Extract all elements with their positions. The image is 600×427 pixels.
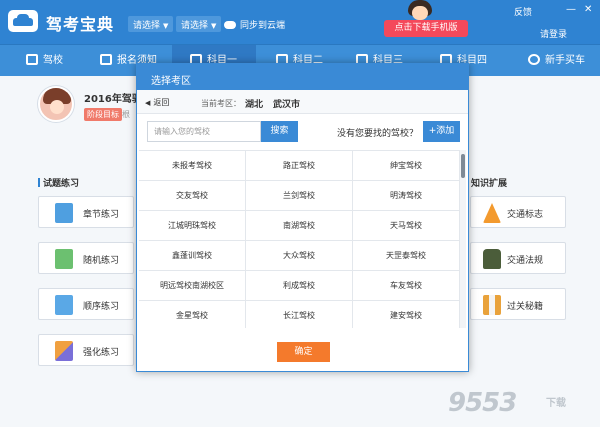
school-cell[interactable]: 明远驾校南湖校区 [139,271,246,301]
tile-traffic-law[interactable]: 交通法规 [470,242,566,274]
stage-badge: 阶段目标 [84,108,122,121]
tile-label: 章节练习 [83,210,120,220]
school-cell[interactable]: 建安驾校 [353,301,460,328]
chevron-down-icon: ▼ [211,22,217,30]
profile-title: 2016年驾驶 [84,94,142,105]
school-cell[interactable]: 长江驾校 [246,301,353,328]
download-mobile-button[interactable]: 点击下载手机版 [384,20,468,37]
tile-chapter-practice[interactable]: 章节练习 [38,196,134,228]
nav-driving-school[interactable]: 驾校 [26,45,92,77]
current-city[interactable]: 武汉市 [273,97,300,110]
close-button[interactable]: ✕ [584,4,592,15]
scrollbar-thumb[interactable] [461,154,465,178]
school-cell[interactable]: 天罡泰驾校 [353,241,460,271]
stage-extra-text: 根 [122,110,130,119]
not-found-prompt: 没有您要找的驾校？ [337,129,419,139]
school-cell[interactable]: 金星驾校 [139,301,246,328]
document-icon [100,54,112,65]
nav-label: 新手买车 [545,55,585,66]
tile-order-practice[interactable]: 顺序练习 [38,288,134,320]
current-region-label: 当前考区： [201,99,241,108]
random-icon [55,249,73,269]
traffic-cone-icon [483,203,501,223]
school-cell[interactable]: 绅宝驾校 [353,151,460,181]
login-link[interactable]: 请登录 [540,27,567,40]
select-1-label: 请选择 [133,21,161,31]
tile-pass-secrets[interactable]: 过关秘籍 [470,288,566,320]
nav-label: 驾校 [43,55,63,66]
tile-label: 交通法规 [507,256,544,266]
section-title-practice: 试题练习 [38,176,79,189]
tile-label: 强化练习 [83,348,120,358]
minimize-button[interactable]: — [566,4,576,15]
search-button[interactable]: 搜索 [261,121,298,142]
tile-label: 随机练习 [83,256,120,266]
watermark-sub: 下载 [546,398,566,409]
profile-avatar[interactable] [38,86,74,122]
current-province[interactable]: 湖北 [245,97,263,110]
select-dropdown-2[interactable]: 请选择 ▼ [176,16,222,32]
school-cell[interactable]: 交友驾校 [139,181,246,211]
tile-strengthen-practice[interactable]: 强化练习 [38,334,134,366]
book-icon [483,295,501,315]
order-icon [55,295,73,315]
back-label: 返回 [153,98,170,107]
car-logo-icon [8,10,38,32]
school-cell[interactable]: 明涛驾校 [353,181,460,211]
confirm-button[interactable]: 确定 [277,342,330,362]
back-button[interactable]: ◀ 返回 [145,97,169,108]
school-cell[interactable]: 大众驾校 [246,241,353,271]
section-title-knowledge: 知识扩展 [466,176,507,189]
add-school-button[interactable]: +添加 [423,121,460,142]
chevron-down-icon: ▼ [163,22,169,30]
house-icon [26,54,38,65]
tile-random-practice[interactable]: 随机练习 [38,242,134,274]
school-cell[interactable]: 路正驾校 [246,151,353,181]
sync-cloud-button[interactable]: 同步到云端 [224,16,285,32]
feedback-link[interactable]: 反馈 [514,5,532,18]
school-cell[interactable]: 车友驾校 [353,271,460,301]
police-icon [483,249,501,269]
app-title: 驾考宝典 [46,15,115,34]
chapter-icon [55,203,73,223]
watermark-logo: 9553 [448,388,517,418]
tile-label: 顺序练习 [83,302,120,312]
dialog-location-bar: ◀ 返回 当前考区： 湖北 武汉市 [137,90,468,114]
school-cell[interactable]: 利成驾校 [246,271,353,301]
school-cell[interactable]: 南湖驾校 [246,211,353,241]
school-cell[interactable]: 天马驾校 [353,211,460,241]
select-dropdown-1[interactable]: 请选择 ▼ [128,16,174,32]
select-exam-region-dialog: 选择考区 ◀返回 当前考区： 湖北 武汉市 搜索 没有您要找的驾校？ +添加 未… [136,63,469,372]
school-grid: 未报考驾校 路正驾校 绅宝驾校交友驾校 兰剑驾校 明涛驾校江城明珠驾校 南湖驾校 天马驾校鑫… [139,150,460,328]
school-cell[interactable]: 兰剑驾校 [246,181,353,211]
strengthen-icon [55,341,73,361]
school-cell[interactable]: 未报考驾校 [139,151,246,181]
tile-label: 交通标志 [507,210,544,220]
tile-traffic-signs[interactable]: 交通标志 [470,196,566,228]
title-bar: 驾考宝典 请选择 ▼ 请选择 ▼ 同步到云端 点击下载手机版 反馈 — ✕ 请登录 [0,0,600,44]
nav-new-car[interactable]: 新手买车 [528,45,598,77]
dialog-title: 选择考区 [137,64,468,90]
sync-label: 同步到云端 [240,21,286,31]
cloud-icon [224,21,236,29]
school-cell[interactable]: 江城明珠驾校 [139,211,246,241]
select-2-label: 请选择 [181,21,209,31]
triangle-left-icon: ◀ [145,99,151,107]
steering-wheel-icon [528,54,540,65]
tile-label: 过关秘籍 [507,302,544,312]
school-search-input[interactable] [147,121,261,142]
school-cell[interactable]: 鑫蓬训驾校 [139,241,246,271]
